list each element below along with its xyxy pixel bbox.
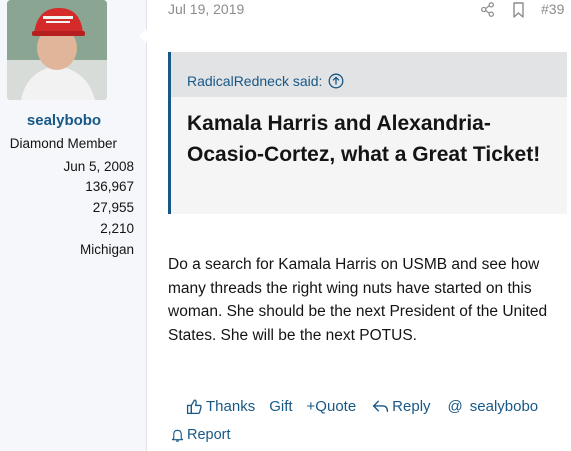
user-title: Diamond Member (9, 136, 117, 151)
bookmark-icon[interactable] (512, 2, 525, 18)
username-link[interactable]: sealybobo (0, 112, 128, 129)
thanks-label: Thanks (206, 397, 256, 415)
message-arrow (139, 28, 148, 44)
quote-label: +Quote (306, 397, 357, 415)
avatar[interactable] (7, 0, 107, 100)
user-stat-location: Michigan (79, 242, 134, 257)
share-icon[interactable] (480, 2, 495, 17)
gift-button[interactable]: Gift (269, 398, 292, 415)
quote-author[interactable]: RadicalRedneck said: (187, 73, 322, 89)
user-stat-joined: Jun 5, 2008 (63, 159, 134, 174)
quote-block: RadicalRedneck said: Kamala Harris and A… (168, 52, 567, 214)
avatar-photo-icon (7, 0, 107, 100)
mention-label: sealybobo (469, 397, 539, 415)
thanks-button[interactable]: Thanks (186, 398, 255, 415)
user-stat-reactions: 27,955 (92, 200, 134, 215)
reply-button[interactable]: Reply (372, 397, 431, 415)
reply-label: Reply (392, 397, 431, 415)
arrow-up-circle-icon[interactable] (328, 73, 344, 89)
report-label: Report (187, 427, 231, 443)
quote-header[interactable]: RadicalRedneck said: (171, 52, 567, 97)
message-body: Do a search for Kamala Harris on USMB an… (168, 256, 548, 344)
user-stat-points: 2,210 (100, 221, 134, 236)
thumbs-up-icon (186, 398, 202, 414)
post-number[interactable]: #39 (541, 1, 564, 17)
post-date[interactable]: Jul 19, 2019 (168, 1, 244, 17)
bell-icon (171, 429, 184, 442)
quote-text: Kamala Harris and Alexandria-Ocasio-Cort… (187, 112, 541, 166)
user-info-column: sealybobo Diamond Member Jun 5, 2008 136… (0, 0, 147, 451)
gift-label: Gift (269, 397, 293, 415)
quote-button[interactable]: +Quote (307, 398, 357, 415)
post-actions: Thanks Gift +Quote Reply @ sealybobo (186, 396, 538, 416)
forum-post: sealybobo Diamond Member Jun 5, 2008 136… (0, 0, 571, 451)
mention-button[interactable]: @ sealybobo (448, 398, 539, 415)
reply-icon (373, 399, 389, 412)
report-button[interactable]: Report (171, 427, 231, 443)
user-stat-messages: 136,967 (85, 179, 134, 194)
at-icon: @ (447, 397, 463, 415)
